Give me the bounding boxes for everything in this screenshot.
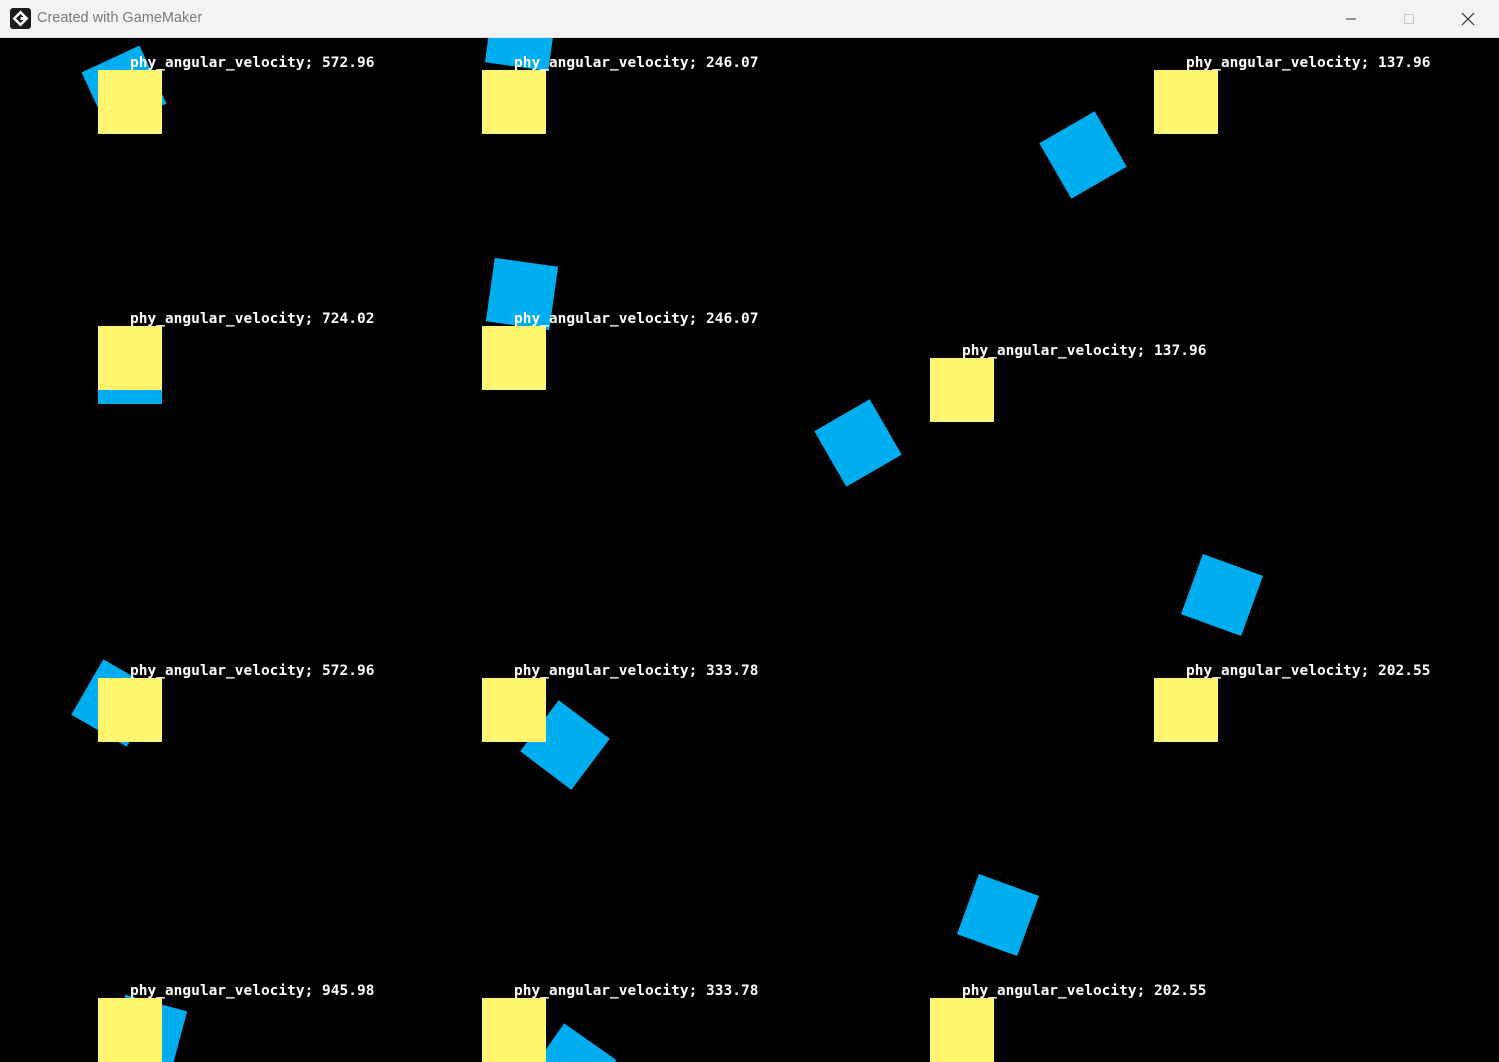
yellow-block xyxy=(98,998,162,1062)
minimize-button[interactable] xyxy=(1322,0,1380,37)
yellow-block xyxy=(930,358,994,422)
yellow-block xyxy=(482,678,546,742)
blue-block xyxy=(1039,111,1127,199)
gamemaker-logo-icon xyxy=(10,8,31,29)
blue-block xyxy=(956,873,1040,957)
angular-velocity-label: phy_angular_velocity; 246.07 xyxy=(514,55,759,71)
close-button[interactable] xyxy=(1439,0,1497,37)
blue-block xyxy=(814,399,902,487)
yellow-block xyxy=(1154,678,1218,742)
angular-velocity-label: phy_angular_velocity; 572.96 xyxy=(130,55,375,71)
maximize-icon xyxy=(1404,13,1414,24)
angular-velocity-label: phy_angular_velocity; 246.07 xyxy=(514,311,759,327)
yellow-block xyxy=(98,326,162,390)
title-bar[interactable]: Created with GameMaker xyxy=(0,0,1499,38)
yellow-block xyxy=(98,678,162,742)
yellow-block xyxy=(482,326,546,390)
minimize-icon xyxy=(1346,18,1356,19)
angular-velocity-label: phy_angular_velocity; 202.55 xyxy=(962,983,1207,999)
yellow-block xyxy=(98,70,162,134)
yellow-block xyxy=(482,998,546,1062)
yellow-block xyxy=(1154,70,1218,134)
angular-velocity-label: phy_angular_velocity; 137.96 xyxy=(962,343,1207,359)
angular-velocity-label: phy_angular_velocity; 572.96 xyxy=(130,663,375,679)
game-room[interactable]: phy_angular_velocity; 572.96 phy_angular… xyxy=(2,38,1497,1062)
blue-block xyxy=(1180,553,1264,637)
angular-velocity-label: phy_angular_velocity; 945.98 xyxy=(130,983,375,999)
game-window: Created with GameMaker phy_angular_veloc… xyxy=(0,0,1499,1062)
yellow-block xyxy=(482,70,546,134)
angular-velocity-label: phy_angular_velocity; 333.78 xyxy=(514,983,759,999)
window-title: Created with GameMaker xyxy=(37,10,203,26)
angular-velocity-label: phy_angular_velocity; 724.02 xyxy=(130,311,375,327)
close-icon xyxy=(1461,12,1475,25)
maximize-button[interactable] xyxy=(1380,0,1438,37)
angular-velocity-label: phy_angular_velocity; 202.55 xyxy=(1186,663,1431,679)
yellow-block xyxy=(930,998,994,1062)
angular-velocity-label: phy_angular_velocity; 333.78 xyxy=(514,663,759,679)
angular-velocity-label: phy_angular_velocity; 137.96 xyxy=(1186,55,1431,71)
